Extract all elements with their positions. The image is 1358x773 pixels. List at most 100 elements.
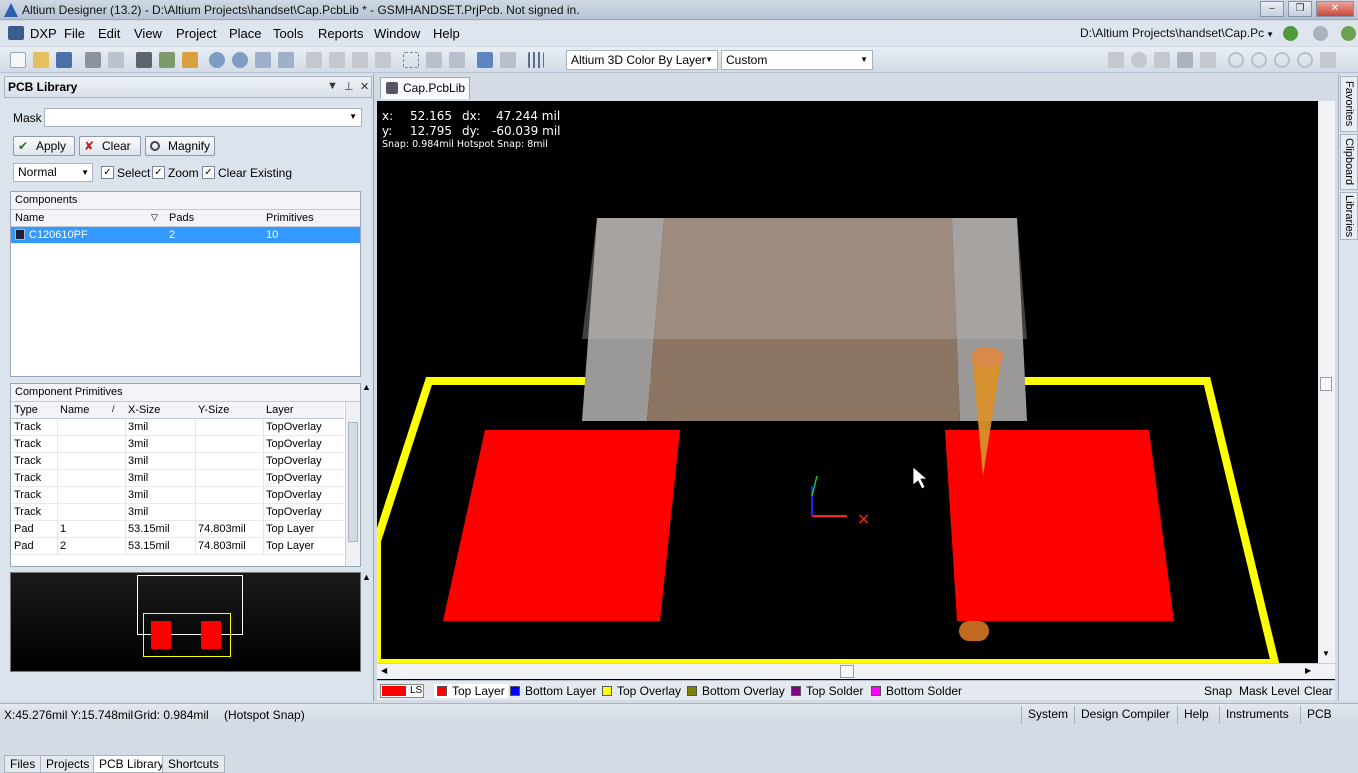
string-icon[interactable] [1177, 52, 1193, 68]
tab-favorites[interactable]: Favorites [1340, 76, 1358, 132]
close-panel-icon[interactable]: ✕ [360, 80, 369, 93]
zoom-fit-icon[interactable] [255, 52, 271, 68]
tab-cap-pcblib[interactable]: Cap.PcbLib * [380, 77, 470, 115]
paste-icon[interactable] [352, 52, 368, 68]
mini-viewer[interactable] [10, 572, 361, 672]
menu-tools[interactable]: Tools [273, 26, 303, 41]
panel-menu-icon[interactable]: ▼ [327, 80, 338, 92]
horizontal-scrollbar[interactable]: ◀ ▶ [377, 663, 1335, 679]
col-prim-name[interactable]: Name [60, 404, 89, 416]
tab-files[interactable]: Files [4, 755, 42, 773]
magnify-button[interactable]: Magnify [145, 136, 215, 156]
primitive-row[interactable]: Track 3mil TopOverlay [11, 436, 344, 453]
primitive-row[interactable]: Track 3mil TopOverlay [11, 470, 344, 487]
primitive-row[interactable]: Pad 2 53.15mil 74.803mil Top Layer [11, 538, 344, 555]
chevron-up-icon[interactable]: ▲ [362, 572, 371, 582]
line-icon[interactable] [1108, 52, 1124, 68]
menu-view[interactable]: View [134, 26, 162, 41]
open-icon[interactable] [33, 52, 49, 68]
move-icon[interactable] [426, 52, 442, 68]
zoom-out-icon[interactable] [232, 52, 248, 68]
zoom-checkbox[interactable]: ✓ [152, 166, 165, 179]
fill-icon[interactable] [1320, 52, 1336, 68]
zoom-area-icon[interactable] [278, 52, 294, 68]
primitive-row[interactable]: Track 3mil TopOverlay [11, 419, 344, 436]
primitive-row[interactable]: Track 3mil TopOverlay [11, 487, 344, 504]
arc-center-icon[interactable] [1251, 52, 1267, 68]
grid-icon[interactable] [528, 52, 544, 68]
hscroll-thumb[interactable] [840, 665, 854, 678]
deselect-icon[interactable] [449, 52, 465, 68]
coordinate-icon[interactable] [1200, 52, 1216, 68]
scroll-thumb[interactable] [348, 422, 358, 542]
menu-help[interactable]: Help [433, 26, 460, 41]
menu-reports[interactable]: Reports [318, 26, 364, 41]
view-config-select[interactable]: Custom ▼ [721, 50, 873, 70]
mask-level-button[interactable]: Mask Level [1239, 684, 1300, 698]
chevron-right-icon[interactable]: ▶ [1305, 666, 1311, 675]
clear-button[interactable]: ✘ Clear [79, 136, 141, 156]
clear-existing-checkbox[interactable]: ✓ [202, 166, 215, 179]
chevron-down-icon[interactable]: ▼ [1322, 649, 1330, 658]
primitive-row[interactable]: Track 3mil TopOverlay [11, 453, 344, 470]
layer-tab[interactable]: Top Overlay [602, 684, 681, 698]
pad-icon[interactable] [1131, 52, 1147, 68]
vertical-scrollbar[interactable]: ▼ [1318, 101, 1335, 663]
home-icon[interactable] [1341, 26, 1356, 41]
rubber-stamp-icon[interactable] [375, 52, 391, 68]
forward-icon[interactable] [1313, 26, 1328, 41]
primitive-row[interactable]: Track 3mil TopOverlay [11, 504, 344, 521]
primitive-row[interactable]: Pad 1 53.15mil 74.803mil Top Layer [11, 521, 344, 538]
zoom-in-icon[interactable] [209, 52, 225, 68]
tab-clipboard[interactable]: Clipboard [1340, 134, 1358, 190]
undo-icon[interactable] [477, 52, 493, 68]
design-compiler-button[interactable]: Design Compiler [1074, 706, 1176, 724]
arc-icon[interactable] [1228, 52, 1244, 68]
component-row[interactable]: C120610PF 2 10 [11, 227, 360, 244]
close-button[interactable]: ✕ [1316, 1, 1354, 17]
menu-file[interactable]: File [64, 26, 85, 41]
layer-set-button[interactable]: LS [380, 684, 424, 698]
cut-icon[interactable] [306, 52, 322, 68]
col-name[interactable]: Name [15, 212, 44, 224]
print-icon[interactable] [85, 52, 101, 68]
pcb-3d-canvas[interactable]: × [377, 101, 1335, 663]
select-checkbox[interactable]: ✓ [101, 166, 114, 179]
col-layer[interactable]: Layer [266, 404, 294, 416]
via-icon[interactable] [1154, 52, 1170, 68]
board-icon[interactable] [159, 52, 175, 68]
pcb-button[interactable]: PCB [1300, 706, 1338, 724]
tab-pcb-library[interactable]: PCB Library [93, 755, 170, 773]
restore-button[interactable]: ❐ [1288, 1, 1312, 17]
primitives-scrollbar[interactable] [345, 402, 360, 566]
col-pads[interactable]: Pads [169, 212, 194, 224]
redo-icon[interactable] [500, 52, 516, 68]
save-icon[interactable] [56, 52, 72, 68]
col-primitives[interactable]: Primitives [266, 212, 314, 224]
pcb-3d-view[interactable]: × [377, 101, 1335, 681]
filter-mode-select[interactable]: Normal ▼ [13, 163, 93, 182]
instruments-button[interactable]: Instruments [1219, 706, 1295, 724]
back-icon[interactable] [1283, 26, 1298, 41]
tab-shortcuts[interactable]: Shortcuts [162, 755, 225, 773]
menu-dxp[interactable]: DXP [30, 26, 57, 41]
pin-icon[interactable]: ⊥ [344, 80, 354, 93]
layer-tab[interactable]: Top Solder [791, 684, 863, 698]
tab-projects[interactable]: Projects [40, 755, 96, 773]
tab-libraries[interactable]: Libraries [1340, 192, 1358, 240]
col-xsize[interactable]: X-Size [128, 404, 160, 416]
arc-edge-icon[interactable] [1274, 52, 1290, 68]
apply-button[interactable]: ✔ Apply [13, 136, 75, 156]
system-button[interactable]: System [1021, 706, 1074, 724]
open-folder-icon[interactable] [182, 52, 198, 68]
document-path-box[interactable]: D:\Altium Projects\handset\Cap.Pc ▼ [1080, 24, 1275, 42]
view-mode-select[interactable]: Altium 3D Color By Layer ▼ [566, 50, 718, 70]
col-type[interactable]: Type [14, 404, 38, 416]
snap-button[interactable]: Snap [1204, 684, 1232, 698]
help-button[interactable]: Help [1177, 706, 1215, 724]
new-icon[interactable] [10, 52, 26, 68]
menu-window[interactable]: Window [374, 26, 420, 41]
print-preview-icon[interactable] [108, 52, 124, 68]
col-ysize[interactable]: Y-Size [198, 404, 229, 416]
mask-input[interactable]: ▼ [44, 108, 362, 127]
